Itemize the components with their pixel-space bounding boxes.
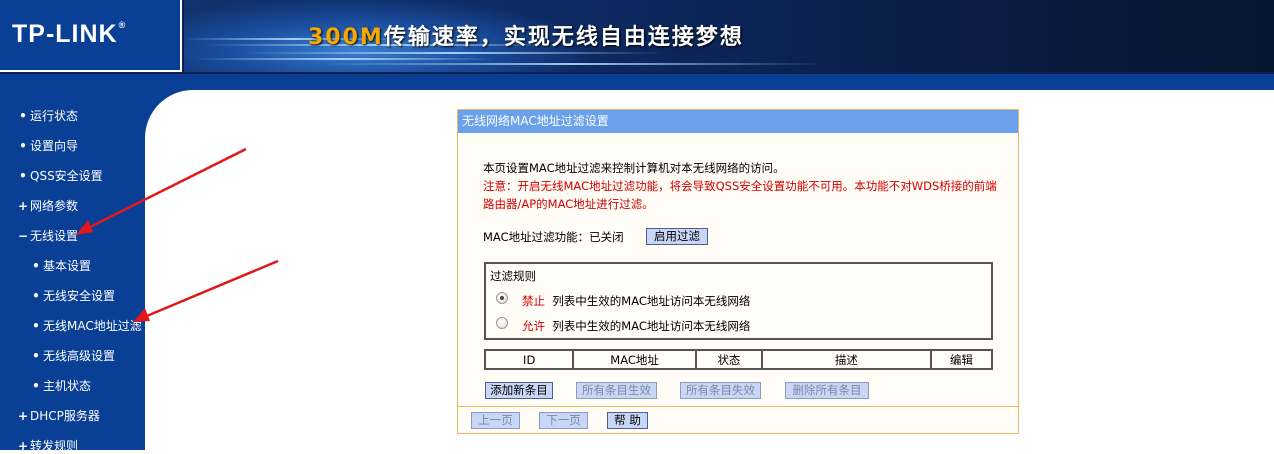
deny-keyword: 禁止 (522, 294, 545, 308)
sidebar-item-basic[interactable]: • 基本设置 (31, 257, 91, 274)
sidebar-item-host-status[interactable]: • 主机状态 (31, 377, 91, 394)
allow-keyword: 允许 (522, 319, 545, 333)
table-header-row: ID MAC地址 状态 描述 编辑 (483, 349, 994, 370)
intro-text: 本页设置MAC地址过滤来控制计算机对本无线网络的访问。 (483, 161, 785, 175)
bullet-icon: • (32, 289, 40, 303)
sidebar-item-label: DHCP服务器 (30, 409, 100, 423)
column-status: 状态 (694, 349, 764, 370)
bullet-icon: • (32, 379, 40, 393)
column-id: ID (483, 349, 575, 370)
allow-rule: 允许 列表中生效的MAC地址访问本无线网络 (522, 318, 750, 334)
enable-filter-button[interactable]: 启用过滤 (646, 228, 708, 245)
slogan-banner: 300M传输速率，实现无线自由连接梦想 (184, 0, 1274, 72)
sidebar-item-label: 网络参数 (30, 199, 79, 213)
expand-icon: + (18, 439, 29, 453)
bullet-icon: • (32, 319, 40, 333)
sidebar-item-qss[interactable]: • QSS安全设置 (18, 167, 103, 184)
bullet-icon: • (19, 109, 27, 123)
sidebar-item-label: 运行状态 (30, 109, 79, 123)
sidebar-item-label: 无线高级设置 (43, 349, 116, 363)
help-button[interactable]: 帮 助 (607, 412, 648, 429)
slogan-text: 300M传输速率，实现无线自由连接梦想 (308, 25, 744, 50)
filter-status: MAC地址过滤功能：已关闭 (483, 230, 624, 244)
deny-description: 列表中生效的MAC地址访问本无线网络 (552, 294, 751, 308)
bullet-icon: • (32, 349, 40, 363)
add-entry-button[interactable]: 添加新条目 (485, 382, 553, 399)
sidebar-item-label: 无线设置 (30, 229, 79, 243)
mac-address-table: ID MAC地址 状态 描述 编辑 (483, 349, 994, 370)
logo-area: TP-LINK® (0, 0, 182, 72)
column-edit: 编辑 (929, 349, 994, 370)
next-page-button[interactable]: 下一页 (539, 412, 588, 429)
sidebar-item-wizard[interactable]: • 设置向导 (18, 137, 78, 154)
column-description: 描述 (761, 349, 932, 370)
sidebar-item-wireless[interactable]: − 无线设置 (18, 227, 78, 244)
sidebar-item-label: 无线安全设置 (43, 289, 116, 303)
header-banner: TP-LINK® 300M传输速率，实现无线自由连接梦想 (0, 0, 1274, 78)
sidebar-item-wireless-security[interactable]: • 无线安全设置 (31, 287, 115, 304)
disable-all-button[interactable]: 所有条目失效 (680, 382, 761, 399)
bullet-icon: • (19, 169, 27, 183)
collapse-icon: − (18, 229, 29, 243)
deny-rule: 禁止 列表中生效的MAC地址访问本无线网络 (522, 293, 750, 309)
mac-filter-panel: 无线网络MAC地址过滤设置 本页设置MAC地址过滤来控制计算机对本无线网络的访问… (457, 109, 1019, 434)
panel-divider (458, 406, 1018, 407)
rules-legend: 过滤规则 (490, 269, 536, 283)
column-mac: MAC地址 (572, 349, 697, 370)
sidebar-item-mac-filter[interactable]: • 无线MAC地址过滤 (31, 317, 142, 334)
sidebar-item-forwarding[interactable]: + 转发规则 (18, 437, 78, 454)
sidebar-item-network[interactable]: + 网络参数 (18, 197, 78, 214)
bullet-icon: • (32, 259, 40, 273)
delete-all-button[interactable]: 删除所有条目 (785, 382, 869, 399)
sidebar-item-dhcp[interactable]: + DHCP服务器 (18, 407, 100, 424)
sidebar-item-label: QSS安全设置 (30, 169, 103, 183)
sidebar-item-label: 设置向导 (30, 139, 79, 153)
allow-radio[interactable] (496, 317, 508, 329)
notice-text-line1: 注意：开启无线MAC地址过滤功能，将会导致QSS安全设置功能不可用。本功能不对W… (483, 179, 997, 193)
sidebar-item-label: 转发规则 (30, 439, 79, 453)
tp-link-logo: TP-LINK® (12, 20, 127, 48)
deny-radio[interactable] (496, 292, 508, 304)
notice-text-line2: 路由器/AP的MAC地址进行过滤。 (483, 197, 654, 211)
enable-all-button[interactable]: 所有条目生效 (576, 382, 657, 399)
expand-icon: + (18, 199, 29, 213)
prev-page-button[interactable]: 上一页 (471, 412, 520, 429)
allow-description: 列表中生效的MAC地址访问本无线网络 (552, 319, 751, 333)
bullet-icon: • (19, 139, 27, 153)
header-strip (0, 74, 1274, 90)
sidebar-item-label: 基本设置 (43, 259, 92, 273)
sidebar-item-advanced[interactable]: • 无线高级设置 (31, 347, 115, 364)
expand-icon: + (18, 409, 29, 423)
sidebar-item-label: 无线MAC地址过滤 (43, 319, 142, 333)
sidebar-item-status[interactable]: • 运行状态 (18, 107, 78, 124)
panel-title: 无线网络MAC地址过滤设置 (458, 110, 1018, 133)
filter-rules-box: 过滤规则 禁止 列表中生效的MAC地址访问本无线网络 允许 列表中生效的MAC地… (484, 262, 993, 340)
sidebar-item-label: 主机状态 (43, 379, 92, 393)
